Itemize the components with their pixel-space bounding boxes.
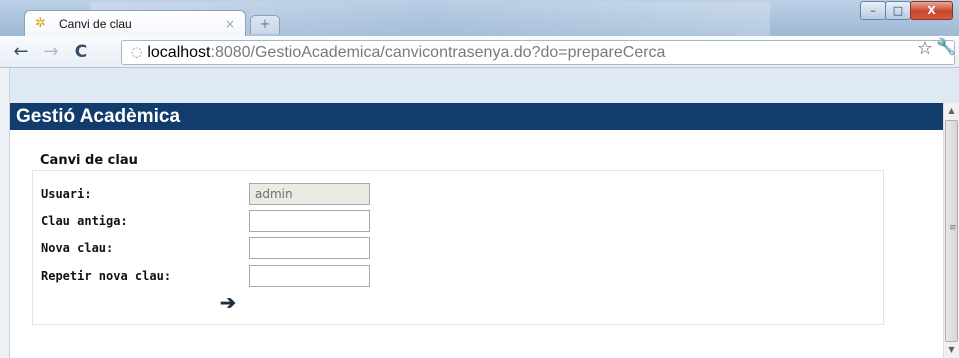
maximize-button[interactable]: □ [885, 1, 911, 20]
browser-tab[interactable]: ✲ Canvi de clau × [24, 10, 246, 37]
url-path: :8080/GestioAcademica/canvicontrasenya.d… [210, 43, 666, 61]
new-tab-button[interactable]: + [250, 15, 280, 34]
star-icon[interactable]: ☆ [917, 38, 933, 59]
tab-title: Canvi de clau [59, 17, 132, 31]
clau-antiga-label: Clau antiga: [41, 214, 128, 228]
usuari-label: Usuari: [41, 187, 92, 201]
clau-antiga-field[interactable] [249, 210, 370, 232]
wrench-icon[interactable]: 🔧 [936, 37, 956, 56]
nova-clau-field[interactable] [249, 237, 370, 259]
app-header: Gestió Acadèmica [10, 103, 943, 130]
scroll-down-icon[interactable]: ▼ [944, 342, 959, 358]
address-bar[interactable]: ◌ localhost:8080/GestioAcademica/canvico… [121, 40, 955, 65]
section-title: Canvi de clau [40, 153, 138, 168]
arrow-right-icon: ➔ [220, 293, 236, 314]
back-arrow-icon[interactable]: ← [10, 41, 32, 62]
window-controls: – □ X [860, 1, 953, 20]
scrollbar-thumb[interactable]: ≡ [945, 120, 958, 342]
url-host: localhost [147, 43, 211, 61]
globe-icon: ◌ [131, 45, 143, 60]
app-title: Gestió Acadèmica [16, 106, 181, 127]
form-box [32, 170, 884, 325]
submit-button[interactable]: ➔ [220, 294, 236, 313]
vertical-scrollbar[interactable]: ▲ ≡ ▼ [943, 103, 959, 358]
forward-arrow-icon[interactable]: → [40, 41, 62, 62]
repetir-nova-clau-label: Repetir nova clau: [41, 269, 172, 283]
close-window-button[interactable]: X [910, 1, 953, 20]
browser-toolbar: ← → C ◌ localhost:8080/GestioAcademica/c… [0, 36, 959, 68]
reload-icon[interactable]: C [70, 42, 92, 62]
usuari-field [249, 183, 370, 205]
window-left-border [0, 68, 10, 358]
loading-favicon-icon: ✲ [35, 16, 46, 31]
minimize-button[interactable]: – [860, 1, 886, 20]
grip-icon: ≡ [949, 223, 957, 233]
page-viewport: Gestió Acadèmica Canvi de clau Usuari: C… [10, 103, 943, 358]
scroll-up-icon[interactable]: ▲ [944, 103, 959, 119]
nova-clau-label: Nova clau: [41, 241, 114, 255]
tab-close-icon[interactable]: × [225, 17, 235, 31]
repetir-nova-clau-field[interactable] [249, 265, 370, 287]
url-text[interactable]: localhost:8080/GestioAcademica/canvicont… [147, 44, 665, 62]
